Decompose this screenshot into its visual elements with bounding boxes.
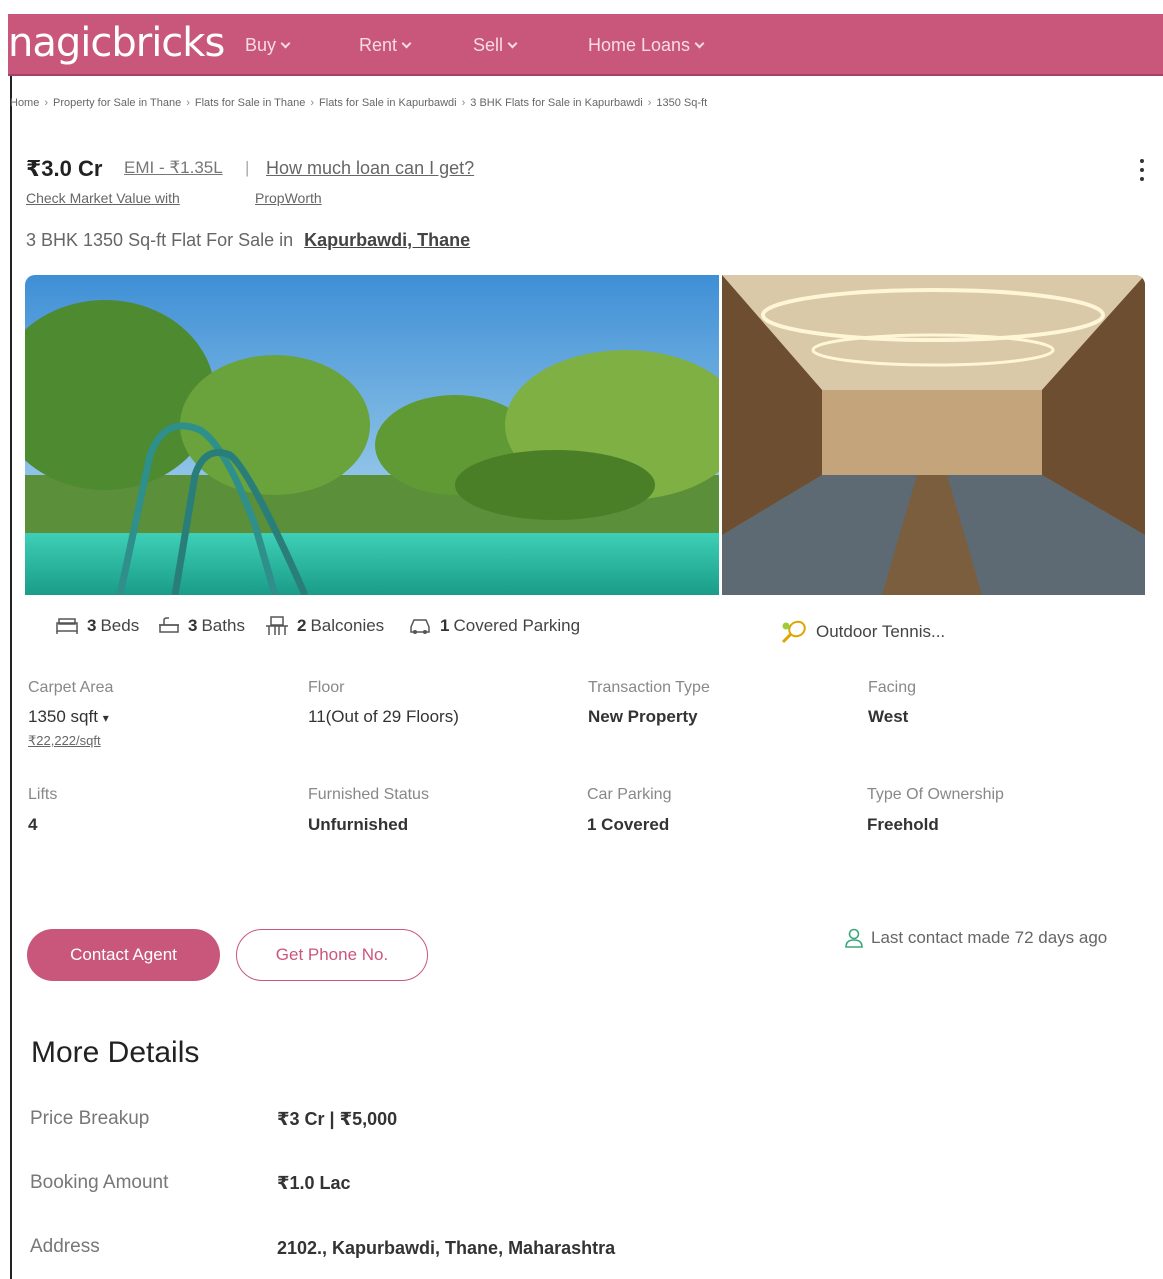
breadcrumb: Home › Property for Sale in Thane › Flats … xyxy=(10,97,707,109)
price-per-sqft: ₹22,222/sqft xyxy=(28,733,101,748)
nav-rent[interactable]: Rent xyxy=(359,35,412,56)
booking-amount-label: Booking Amount xyxy=(30,1172,169,1193)
chevron-down-icon xyxy=(280,38,291,49)
transaction-type-label: Transaction Type xyxy=(588,679,710,696)
nav-home-loans-label: Home Loans xyxy=(588,35,691,55)
breadcrumb-3bhk-kapurbawdi[interactable]: 3 BHK Flats for Sale in Kapurbawdi xyxy=(470,97,642,109)
last-contact-info: Last contact made 72 days ago xyxy=(845,928,1107,948)
price-breakup-label: Price Breakup xyxy=(30,1108,150,1129)
nav-sell[interactable]: Sell xyxy=(473,35,518,56)
bed-icon xyxy=(56,618,78,634)
facing-value: West xyxy=(868,707,909,726)
pool-photo[interactable] xyxy=(25,275,719,595)
more-options-icon[interactable] xyxy=(1134,156,1150,184)
locality-link[interactable]: Kapurbawdi, Thane xyxy=(304,230,470,250)
beds-label: Beds xyxy=(100,616,140,635)
contact-agent-button[interactable]: Contact Agent xyxy=(27,929,220,981)
breadcrumb-separator: › xyxy=(186,97,190,109)
outdoor-tennis-label: Outdoor Tennis... xyxy=(816,622,946,641)
ownership-type-label: Type Of Ownership xyxy=(867,786,1004,803)
ownership-type-value: Freehold xyxy=(867,815,939,834)
market-value-link[interactable]: Check Market Value with xyxy=(26,190,180,206)
propworth-link[interactable]: PropWorth xyxy=(255,190,322,206)
more-details-heading: More Details xyxy=(31,1036,200,1069)
site-logo[interactable]: nagicbricks xyxy=(8,20,225,66)
address-label: Address xyxy=(30,1236,100,1257)
breadcrumb-separator: › xyxy=(310,97,315,109)
parking-label: Covered Parking xyxy=(453,616,581,635)
divider: | xyxy=(245,158,250,177)
parking-count: 1 xyxy=(440,616,450,635)
parking-info: 1 Covered Parking xyxy=(408,616,580,636)
photo-gallery[interactable] xyxy=(25,275,1145,627)
carpet-area-text: 1350 sqft xyxy=(28,707,98,726)
balcony-icon xyxy=(266,616,288,635)
carpet-area-label: Carpet Area xyxy=(28,679,114,696)
furnished-status-label: Furnished Status xyxy=(308,786,429,803)
user-icon xyxy=(845,928,863,948)
booking-amount-value: ₹1.0 Lac xyxy=(277,1173,351,1193)
baths-count: 3 xyxy=(188,616,198,635)
floor-value: 11(Out of 29 Floors) xyxy=(308,707,459,726)
breadcrumb-flats-thane[interactable]: Flats for Sale in Thane xyxy=(195,97,305,109)
balconies-label: Balconies xyxy=(310,616,385,635)
outdoor-tennis-info: Outdoor Tennis... xyxy=(780,620,945,644)
breadcrumb-separator: › xyxy=(461,97,466,109)
emi-link[interactable]: EMI - ₹1.35L xyxy=(124,158,223,178)
balconies-count: 2 xyxy=(297,616,307,635)
address-value: 2102., Kapurbawdi, Thane, Maharashtra xyxy=(277,1238,616,1258)
nav-sell-label: Sell xyxy=(473,35,504,55)
chevron-down-icon xyxy=(694,38,705,49)
floor-label: Floor xyxy=(308,679,345,696)
hall-photo[interactable] xyxy=(722,275,1145,595)
car-icon xyxy=(410,619,430,634)
listing-price: ₹3.0 Cr xyxy=(26,156,103,181)
price-breakup-value: ₹3 Cr | ₹5,000 xyxy=(277,1109,398,1129)
chevron-down-icon xyxy=(507,38,518,49)
bath-icon xyxy=(159,617,179,633)
breadcrumb-property-thane[interactable]: Property for Sale in Thane xyxy=(53,97,181,109)
car-parking-label: Car Parking xyxy=(587,786,672,803)
loan-eligibility-link[interactable]: How much loan can I get? xyxy=(266,158,474,179)
listing-headline: 3 BHK 1350 Sq-ft Flat For Sale in Kapurb… xyxy=(26,230,470,251)
lifts-label: Lifts xyxy=(28,786,58,803)
nav-home-loans[interactable]: Home Loans xyxy=(588,35,705,56)
breadcrumb-separator: › xyxy=(647,97,652,109)
furnished-status-value: Unfurnished xyxy=(308,815,409,834)
beds-info: 3 Beds xyxy=(55,616,139,636)
beds-count: 3 xyxy=(87,616,97,635)
baths-label: Baths xyxy=(201,616,245,635)
page-left-border xyxy=(10,70,12,1279)
breadcrumb-current: 1350 Sq-ft xyxy=(656,97,708,109)
balconies-info: 2 Balconies xyxy=(265,616,384,636)
transaction-type-value: New Property xyxy=(588,707,698,726)
baths-info: 3 Baths xyxy=(158,616,245,636)
car-parking-value: 1 Covered xyxy=(587,815,670,834)
top-nav-bar: nagicbricks Buy Rent Sell Home Loans xyxy=(8,14,1163,76)
nav-rent-label: Rent xyxy=(359,35,398,55)
breadcrumb-separator: › xyxy=(44,97,49,109)
nav-buy-label: Buy xyxy=(245,35,277,55)
nav-buy[interactable]: Buy xyxy=(245,35,291,56)
chevron-down-icon xyxy=(401,38,412,49)
breadcrumb-home[interactable]: Home xyxy=(10,97,39,109)
headline-text: 3 BHK 1350 Sq-ft Flat For Sale in xyxy=(26,230,294,250)
breadcrumb-flats-kapurbawdi[interactable]: Flats for Sale in Kapurbawdi xyxy=(319,97,457,109)
get-phone-button[interactable]: Get Phone No. xyxy=(236,929,428,981)
carpet-area-value[interactable]: 1350 sqft ▾ xyxy=(28,707,109,727)
chevron-down-icon: ▾ xyxy=(102,711,109,725)
lifts-value: 4 xyxy=(28,815,38,834)
last-contact-text: Last contact made 72 days ago xyxy=(871,928,1108,947)
facing-label: Facing xyxy=(868,679,917,696)
tennis-racket-icon xyxy=(781,620,806,644)
